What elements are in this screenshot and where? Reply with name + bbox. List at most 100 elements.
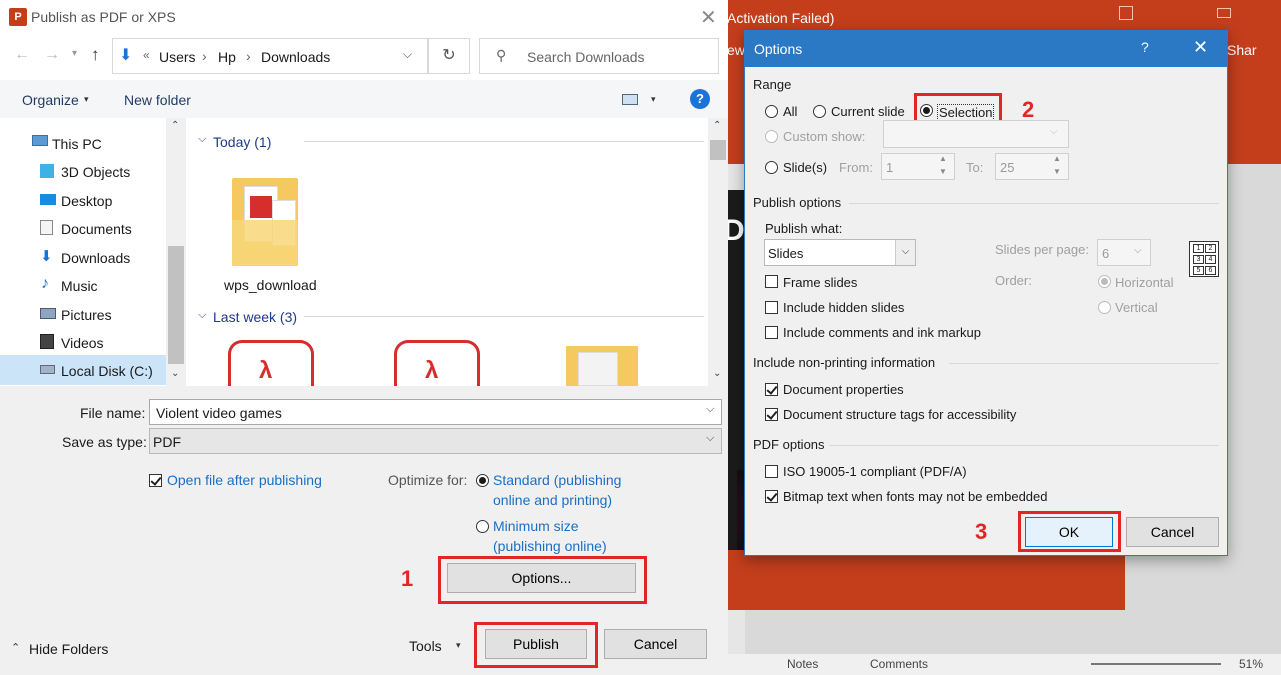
breadcrumb[interactable]: ⬇ « Users › Hp › Downloads ⌵ — [112, 38, 428, 74]
chevron-down-icon[interactable]: ⌵ — [706, 403, 714, 416]
breadcrumb-downloads[interactable]: Downloads — [261, 49, 330, 65]
iso-checkbox[interactable] — [765, 465, 778, 478]
include-comments-checkbox[interactable] — [765, 326, 778, 339]
comments-button[interactable]: Comments — [870, 657, 928, 671]
order-vertical-radio[interactable] — [1098, 301, 1111, 314]
save-type-select[interactable]: PDF ⌵ — [149, 428, 722, 454]
bitmap-checkbox[interactable] — [765, 490, 778, 503]
scroll-up-icon[interactable]: ⌃ — [713, 120, 721, 131]
breadcrumb-users[interactable]: Users — [159, 49, 196, 65]
include-comments-label[interactable]: Include comments and ink markup — [783, 325, 981, 340]
from-input[interactable]: 1 ▲ ▼ — [881, 153, 955, 180]
nav-item-pictures[interactable]: Pictures — [61, 307, 112, 323]
optimize-minimum-radio[interactable] — [476, 520, 489, 533]
forward-arrow-icon[interactable]: → — [44, 46, 60, 64]
options-cancel-button[interactable]: Cancel — [1126, 517, 1219, 547]
search-box[interactable]: ⚲ Search Downloads — [479, 38, 719, 74]
group-label-last-week[interactable]: Last week (3) — [213, 309, 297, 325]
range-all-label[interactable]: All — [783, 104, 797, 119]
range-custom-radio[interactable] — [765, 130, 778, 143]
group-chevron-icon[interactable]: ⌵ — [198, 133, 206, 146]
chevron-down-icon[interactable]: ⌵ — [706, 432, 714, 445]
order-horizontal-radio[interactable] — [1098, 275, 1111, 288]
file-name-wps-download[interactable]: wps_download — [224, 277, 317, 293]
doc-properties-label[interactable]: Document properties — [783, 382, 904, 397]
include-hidden-label[interactable]: Include hidden slides — [783, 300, 904, 315]
file-name-input[interactable]: Violent video games ⌵ — [149, 399, 722, 425]
doc-properties-checkbox[interactable] — [765, 383, 778, 396]
file-list-scrollbar-thumb[interactable] — [710, 140, 726, 160]
nav-item-documents[interactable]: Documents — [61, 221, 132, 237]
close-icon[interactable]: ✕ — [1193, 37, 1208, 58]
view-options-icon[interactable] — [622, 94, 638, 105]
view-chevron-icon[interactable]: ▾ — [651, 94, 656, 105]
spin-down-icon[interactable]: ▼ — [939, 167, 947, 176]
organize-button[interactable]: Organize — [22, 92, 79, 108]
scroll-down-icon[interactable]: ⌄ — [713, 368, 721, 379]
doc-structure-label[interactable]: Document structure tags for accessibilit… — [783, 407, 1016, 422]
breadcrumb-overflow-icon[interactable]: « — [143, 48, 150, 62]
publish-button[interactable]: Publish — [485, 629, 587, 659]
chevron-down-icon[interactable]: ⌵ — [895, 240, 915, 265]
hide-folders-button[interactable]: Hide Folders — [29, 641, 108, 657]
pdf-file-icon[interactable]: λ — [394, 340, 480, 386]
nav-scrollbar-thumb[interactable] — [168, 246, 184, 364]
nav-scrollbar[interactable]: ⌃ ⌄ — [166, 118, 186, 386]
pdf-file-icon[interactable]: λ — [228, 340, 314, 386]
range-selection-label[interactable]: Selection — [937, 104, 995, 121]
maximize-icon[interactable] — [1217, 8, 1231, 18]
breadcrumb-hp[interactable]: Hp — [218, 49, 236, 65]
optimize-minimum-line1[interactable]: Minimum size — [493, 518, 579, 534]
publish-what-select[interactable]: Slides ⌵ — [764, 239, 916, 266]
back-arrow-icon[interactable]: ← — [14, 46, 30, 64]
scroll-up-icon[interactable]: ⌃ — [171, 120, 179, 131]
restore-icon[interactable] — [1119, 6, 1133, 20]
new-folder-button[interactable]: New folder — [124, 92, 191, 108]
refresh-icon[interactable]: ↻ — [428, 38, 470, 74]
spin-up-icon[interactable]: ▲ — [1053, 154, 1061, 163]
nav-item-music[interactable]: Music — [61, 278, 98, 294]
optimize-minimum-line2[interactable]: (publishing online) — [493, 538, 607, 554]
folder-icon[interactable] — [232, 170, 302, 268]
doc-structure-checkbox[interactable] — [765, 408, 778, 421]
iso-label[interactable]: ISO 19005-1 compliant (PDF/A) — [783, 464, 967, 479]
to-input[interactable]: 25 ▲ ▼ — [995, 153, 1069, 180]
nav-item-this-pc[interactable]: This PC — [52, 136, 102, 152]
range-current-label[interactable]: Current slide — [831, 104, 905, 119]
optimize-standard-line2[interactable]: online and printing) — [493, 492, 612, 508]
range-current-radio[interactable] — [813, 105, 826, 118]
file-list-scrollbar[interactable]: ⌃ ⌄ — [708, 118, 728, 386]
frame-slides-checkbox[interactable] — [765, 275, 778, 288]
scroll-down-icon[interactable]: ⌄ — [171, 368, 179, 379]
range-all-radio[interactable] — [765, 105, 778, 118]
chevron-down-icon[interactable]: ⌵ — [403, 47, 412, 62]
range-slides-radio[interactable] — [765, 161, 778, 174]
optimize-standard-radio[interactable] — [476, 474, 489, 487]
range-selection-radio[interactable] — [920, 104, 933, 117]
slides-per-page-select[interactable]: 6 ⌵ — [1097, 239, 1151, 266]
custom-show-select[interactable]: ⌵ — [883, 120, 1069, 148]
zoom-level[interactable]: 51% — [1239, 657, 1263, 671]
folder-icon[interactable] — [566, 346, 638, 386]
tools-button[interactable]: Tools — [409, 638, 442, 654]
close-icon[interactable]: ✕ — [700, 5, 717, 30]
help-icon[interactable]: ? — [1141, 39, 1149, 55]
recent-chevron-icon[interactable]: ▾ — [72, 48, 77, 59]
open-after-checkbox[interactable] — [149, 474, 162, 487]
nav-item-local-disk[interactable]: Local Disk (C:) — [61, 363, 153, 379]
options-button[interactable]: Options... — [447, 563, 636, 593]
nav-item-downloads[interactable]: Downloads — [61, 250, 130, 266]
notes-button[interactable]: Notes — [787, 657, 818, 671]
bitmap-label[interactable]: Bitmap text when fonts may not be embedd… — [783, 489, 1048, 504]
chevron-up-icon[interactable]: ⌃ — [11, 641, 20, 654]
help-icon[interactable]: ? — [690, 89, 710, 109]
nav-item-3d-objects[interactable]: 3D Objects — [61, 164, 130, 180]
ok-button[interactable]: OK — [1025, 517, 1113, 547]
cancel-button[interactable]: Cancel — [604, 629, 707, 659]
optimize-standard-line1[interactable]: Standard (publishing — [493, 472, 621, 488]
open-after-label[interactable]: Open file after publishing — [167, 472, 322, 488]
nav-item-desktop[interactable]: Desktop — [61, 193, 112, 209]
spin-down-icon[interactable]: ▼ — [1053, 167, 1061, 176]
nav-item-videos[interactable]: Videos — [61, 335, 104, 351]
share-button[interactable]: Shar — [1227, 42, 1257, 58]
